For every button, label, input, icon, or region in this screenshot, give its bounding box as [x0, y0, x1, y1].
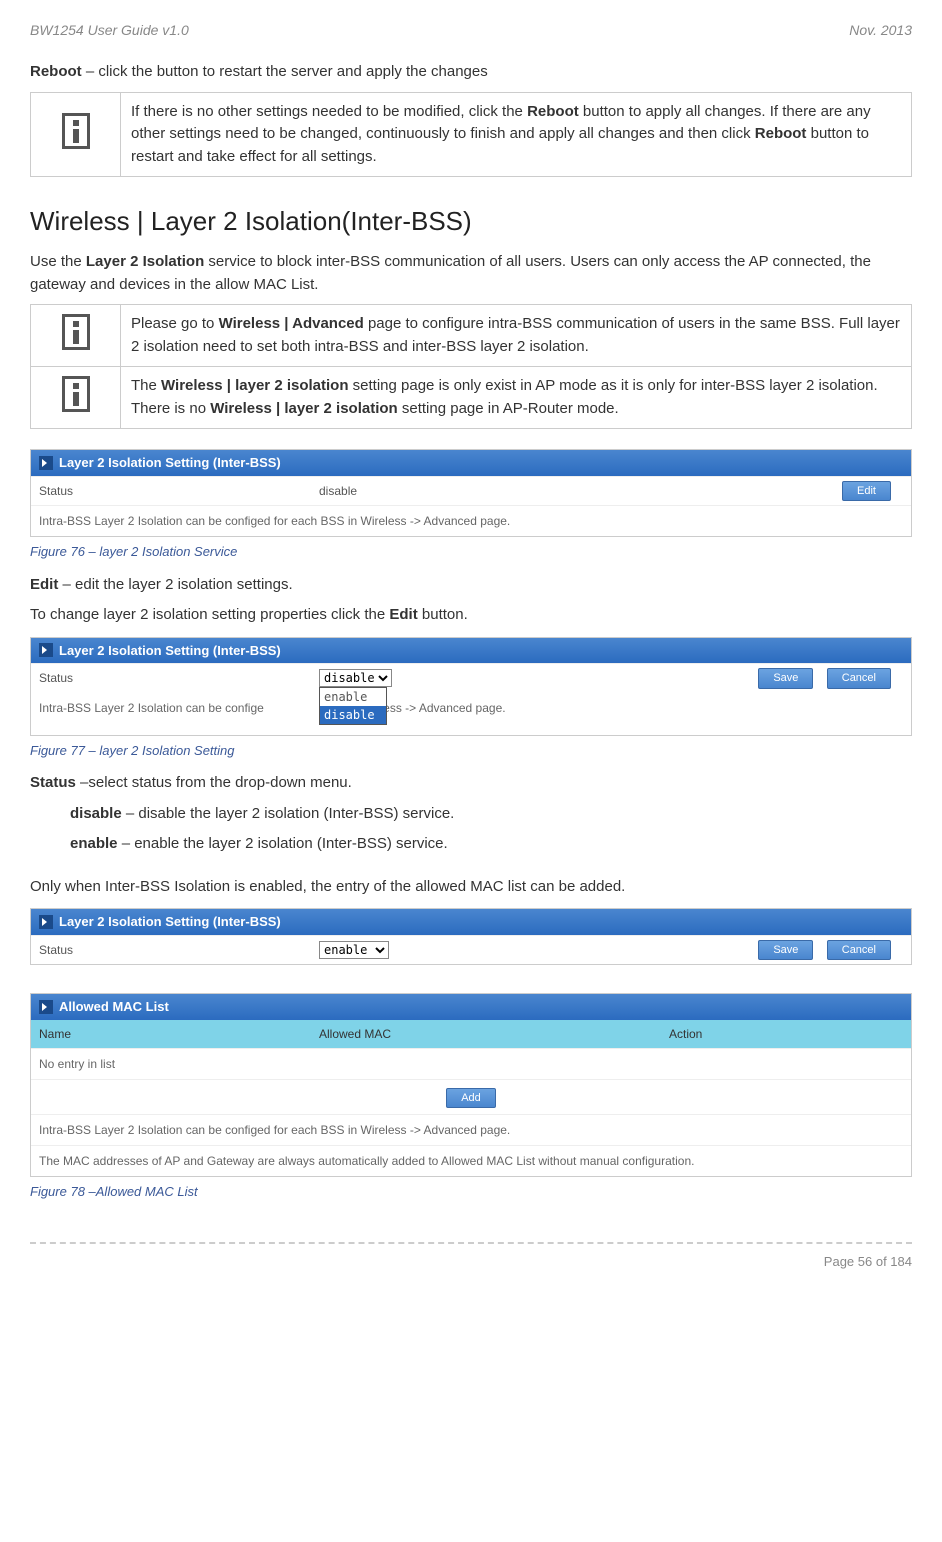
arrow-icon	[39, 1000, 53, 1014]
edit-button[interactable]: Edit	[842, 481, 891, 502]
page-footer: Page 56 of 184	[30, 1242, 912, 1272]
reboot-info-box: If there is no other settings needed to …	[30, 92, 912, 178]
fig77-caption: Figure 77 – layer 2 Isolation Setting	[30, 741, 912, 761]
arrow-icon	[39, 456, 53, 470]
mac-table-header: Name Allowed MAC Action	[31, 1020, 911, 1048]
fig78-mac-screenshot: Allowed MAC List Name Allowed MAC Action…	[30, 993, 912, 1177]
add-button[interactable]: Add	[446, 1088, 496, 1109]
section-heading: Wireless | Layer 2 Isolation(Inter-BSS)	[30, 202, 912, 241]
header-name: Name	[31, 1020, 311, 1048]
reboot-info-text: If there is no other settings needed to …	[121, 92, 912, 177]
reboot-description: Reboot – click the button to restart the…	[30, 61, 912, 84]
notes-table: Please go to Wireless | Advanced page to…	[30, 304, 912, 429]
intro-text: Use the Layer 2 Isolation service to blo…	[30, 251, 912, 296]
fig76-title: Layer 2 Isolation Setting (Inter-BSS)	[59, 453, 281, 473]
dropdown-option-enable[interactable]: enable	[320, 688, 386, 706]
only-when-line: Only when Inter-BSS Isolation is enabled…	[30, 876, 912, 899]
fig78-caption: Figure 78 –Allowed MAC List	[30, 1182, 912, 1202]
dropdown-option-disable[interactable]: disable	[320, 706, 386, 724]
dropdown-list: enable disable	[319, 687, 387, 725]
add-row: Add	[31, 1079, 911, 1115]
fig77-status-label: Status	[31, 665, 311, 691]
fig77-status-row: Status disable enable disable Save Cance…	[31, 663, 911, 693]
empty-row: No entry in list	[31, 1048, 911, 1079]
fig76-status-row: Status disable Edit	[31, 476, 911, 506]
reboot-label: Reboot	[30, 63, 82, 80]
fig78-top-title: Layer 2 Isolation Setting (Inter-BSS)	[59, 912, 281, 932]
fig78-mac-title: Allowed MAC List	[59, 997, 169, 1017]
disable-line: disable – disable the layer 2 isolation …	[30, 803, 912, 826]
info-icon	[62, 113, 90, 149]
fig77-header-bar: Layer 2 Isolation Setting (Inter-BSS)	[31, 638, 911, 664]
change-line: To change layer 2 isolation setting prop…	[30, 604, 912, 627]
enable-line: enable – enable the layer 2 isolation (I…	[30, 833, 912, 856]
fig76-status-label: Status	[31, 478, 311, 504]
fig78-top-header-bar: Layer 2 Isolation Setting (Inter-BSS)	[31, 909, 911, 935]
info-icon-cell-2	[31, 367, 121, 429]
header-allowed-mac: Allowed MAC	[311, 1020, 661, 1048]
fig78-note1: Intra-BSS Layer 2 Isolation can be confi…	[31, 1114, 911, 1145]
fig78-top-screenshot: Layer 2 Isolation Setting (Inter-BSS) St…	[30, 908, 912, 965]
fig77-title: Layer 2 Isolation Setting (Inter-BSS)	[59, 641, 281, 661]
fig78-status-label: Status	[31, 937, 311, 963]
cancel-button[interactable]: Cancel	[827, 668, 891, 689]
fig77-note: Intra-BSS Layer 2 Isolation can be confi…	[31, 693, 911, 723]
arrow-icon	[39, 643, 53, 657]
info-icon	[62, 376, 90, 412]
fig76-status-value: disable	[311, 478, 661, 504]
fig76-note: Intra-BSS Layer 2 Isolation can be confi…	[31, 505, 911, 536]
edit-line: Edit – edit the layer 2 isolation settin…	[30, 574, 912, 597]
fig76-header-bar: Layer 2 Isolation Setting (Inter-BSS)	[31, 450, 911, 476]
note-2: The Wireless | layer 2 isolation setting…	[121, 367, 912, 429]
header-action: Action	[661, 1020, 911, 1048]
status-select-enable[interactable]: enable	[319, 941, 389, 959]
info-icon-cell	[31, 92, 121, 177]
save-button[interactable]: Save	[758, 940, 813, 961]
doc-title: BW1254 User Guide v1.0	[30, 20, 189, 41]
arrow-icon	[39, 915, 53, 929]
info-icon	[62, 314, 90, 350]
cancel-button[interactable]: Cancel	[827, 940, 891, 961]
fig78-status-row: Status enable Save Cancel	[31, 935, 911, 965]
page-header: BW1254 User Guide v1.0 Nov. 2013	[30, 20, 912, 41]
note-1: Please go to Wireless | Advanced page to…	[121, 305, 912, 367]
page-number: Page 56 of 184	[824, 1254, 912, 1269]
fig76-screenshot: Layer 2 Isolation Setting (Inter-BSS) St…	[30, 449, 912, 537]
status-line: Status –select status from the drop-down…	[30, 772, 912, 795]
reboot-text: – click the button to restart the server…	[82, 63, 488, 80]
doc-date: Nov. 2013	[849, 20, 912, 41]
fig78-note2: The MAC addresses of AP and Gateway are …	[31, 1145, 911, 1176]
save-button[interactable]: Save	[758, 668, 813, 689]
info-icon-cell-1	[31, 305, 121, 367]
fig77-screenshot: Layer 2 Isolation Setting (Inter-BSS) St…	[30, 637, 912, 736]
status-select[interactable]: disable	[319, 669, 392, 687]
fig76-caption: Figure 76 – layer 2 Isolation Service	[30, 542, 912, 562]
status-dropdown[interactable]: disable enable disable	[319, 669, 392, 687]
fig78-mac-header-bar: Allowed MAC List	[31, 994, 911, 1020]
